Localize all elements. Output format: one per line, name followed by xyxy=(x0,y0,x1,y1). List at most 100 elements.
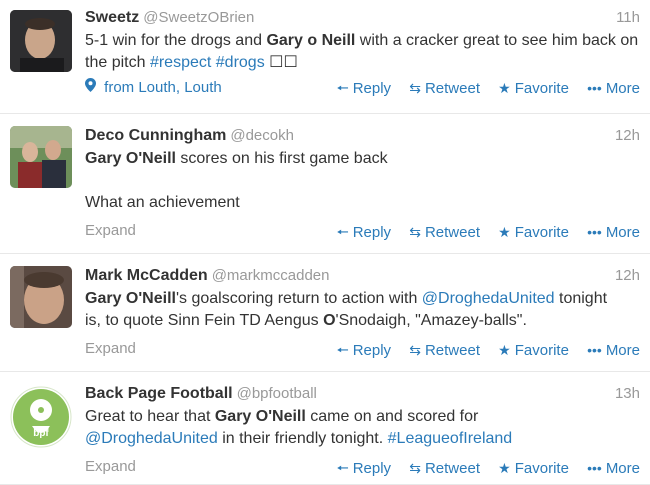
favorite-label: Favorite xyxy=(514,460,569,477)
more-label: More xyxy=(605,460,640,477)
retweet-button[interactable]: ⇆ Retweet xyxy=(409,224,480,241)
avatar[interactable] xyxy=(10,10,72,72)
reply-button[interactable]: 🠔 Reply xyxy=(336,458,391,482)
mention-link[interactable]: @DroghedaUnited xyxy=(422,290,555,307)
author-handle[interactable]: @decokh xyxy=(230,127,294,144)
more-button[interactable]: ••• More xyxy=(587,342,640,359)
tweet-3: Mark McCadden @markmccadden 12h Gary O'Ne… xyxy=(0,254,650,372)
location-label: from Louth, Louth xyxy=(104,79,222,96)
retweet-label: Retweet xyxy=(424,460,480,477)
text-highlight: Gary O'Neill xyxy=(214,408,306,425)
location-pin-icon xyxy=(85,78,100,96)
tweet-4: bpf Back Page Football @bpfootball 13h Gr… xyxy=(0,372,650,485)
avatar[interactable] xyxy=(10,126,72,188)
favorite-button[interactable]: ★ Favorite xyxy=(498,224,569,241)
more-label: More xyxy=(605,224,640,241)
retweet-button[interactable]: ⇆ Retweet xyxy=(409,460,480,477)
text-segment: 5-1 win for the drogs and xyxy=(85,32,267,49)
hashtag-link[interactable]: #drogs xyxy=(216,54,265,71)
author-handle[interactable]: @SweetzOBrien xyxy=(143,9,254,26)
reply-label: Reply xyxy=(352,342,392,359)
more-icon: ••• xyxy=(587,460,602,476)
more-button[interactable]: ••• More xyxy=(587,80,640,97)
retweet-icon: ⇆ xyxy=(409,80,421,96)
more-icon: ••• xyxy=(587,342,602,358)
text-segment: Great to hear that xyxy=(85,408,215,425)
author-name[interactable]: Mark McCadden xyxy=(85,267,208,284)
text-segment: tonight xyxy=(554,290,608,307)
text-segment: is, to quote Sinn Fein TD Aengus xyxy=(85,312,324,329)
author-name[interactable]: Deco Cunningham xyxy=(85,127,226,144)
reply-button[interactable]: 🠔 Reply xyxy=(336,222,391,246)
retweet-icon: ⇆ xyxy=(409,224,421,240)
tweet-text: Gary O'Neill's goalscoring return to act… xyxy=(85,288,640,332)
text-highlight: Gary o Neill xyxy=(266,32,356,49)
text-segment: scores on his first game back xyxy=(175,150,388,167)
tweet-2: Deco Cunningham @decokh 12h Gary O'Neill … xyxy=(0,114,650,254)
favorite-button[interactable]: ★ Favorite xyxy=(498,80,569,97)
expand-link[interactable]: Expand xyxy=(85,340,136,357)
location-link[interactable]: from Louth, Louth xyxy=(85,78,222,96)
expand-link[interactable]: Expand xyxy=(85,458,136,475)
timestamp[interactable]: 12h xyxy=(615,126,640,146)
retweet-icon: ⇆ xyxy=(409,342,421,358)
favorite-button[interactable]: ★ Favorite xyxy=(498,460,569,477)
timestamp[interactable]: 11h xyxy=(616,8,640,28)
retweet-button[interactable]: ⇆ Retweet xyxy=(409,80,480,97)
tweet-1: Sweetz @SweetzOBrien 11h 5-1 win for the … xyxy=(0,0,650,114)
text-segment: 's goalscoring return to action with xyxy=(175,290,422,307)
author-handle[interactable]: @bpfootball xyxy=(237,385,317,402)
retweet-icon: ⇆ xyxy=(409,460,421,476)
retweet-label: Retweet xyxy=(424,342,480,359)
star-icon: ★ xyxy=(498,342,511,358)
author-handle[interactable]: @markmccadden xyxy=(212,267,330,284)
star-icon: ★ xyxy=(498,224,511,240)
favorite-label: Favorite xyxy=(514,224,569,241)
tweet-text: Gary O'Neill scores on his first game ba… xyxy=(85,148,640,214)
reply-icon: 🠔 xyxy=(336,224,349,240)
retweet-label: Retweet xyxy=(424,224,480,241)
timestamp[interactable]: 13h xyxy=(615,384,640,404)
retweet-button[interactable]: ⇆ Retweet xyxy=(409,342,480,359)
text-segment: in their friendly tonight. xyxy=(217,430,388,447)
more-label: More xyxy=(605,342,640,359)
timestamp[interactable]: 12h xyxy=(615,266,640,286)
reply-label: Reply xyxy=(352,224,392,241)
author-name[interactable]: Sweetz xyxy=(85,9,139,26)
avatar[interactable]: bpf xyxy=(10,386,72,448)
text-highlight: Gary O'Neill xyxy=(85,290,176,307)
favorite-label: Favorite xyxy=(514,80,569,97)
tweet-text: 5-1 win for the drogs and Gary o Neill w… xyxy=(85,30,640,74)
reply-icon: 🠔 xyxy=(336,460,349,476)
more-button[interactable]: ••• More xyxy=(587,460,640,477)
reply-icon: 🠔 xyxy=(336,342,349,358)
text-segment: What an achievement xyxy=(85,194,240,211)
more-icon: ••• xyxy=(587,224,602,240)
favorite-button[interactable]: ★ Favorite xyxy=(498,342,569,359)
reply-button[interactable]: 🠔 Reply xyxy=(336,78,391,102)
mention-link[interactable]: @DroghedaUnited xyxy=(85,430,218,447)
more-icon: ••• xyxy=(587,80,602,96)
tweet-text: Great to hear that Gary O'Neill came on … xyxy=(85,406,640,450)
hashtag-link[interactable]: #respect xyxy=(150,54,211,71)
reply-label: Reply xyxy=(352,80,392,97)
text-segment: came on and scored for xyxy=(305,408,479,425)
author-name[interactable]: Back Page Football xyxy=(85,385,233,402)
reply-button[interactable]: 🠔 Reply xyxy=(336,340,391,364)
avatar-logo-text: bpf xyxy=(33,428,49,439)
reply-label: Reply xyxy=(352,460,392,477)
text-highlight: Gary O'Neill xyxy=(85,150,176,167)
text-highlight: O xyxy=(323,312,336,329)
star-icon: ★ xyxy=(498,80,511,96)
text-segment: 'Snodaigh, "Amazey-balls". xyxy=(335,312,527,329)
retweet-label: Retweet xyxy=(424,80,480,97)
avatar[interactable] xyxy=(10,266,72,328)
emoji-glyphs: ☐☐ xyxy=(264,54,298,71)
star-icon: ★ xyxy=(498,460,511,476)
reply-icon: 🠔 xyxy=(336,80,349,96)
more-button[interactable]: ••• More xyxy=(587,224,640,241)
more-label: More xyxy=(605,80,640,97)
expand-link[interactable]: Expand xyxy=(85,222,136,239)
hashtag-link[interactable]: #LeagueofIreland xyxy=(388,430,513,447)
favorite-label: Favorite xyxy=(514,342,569,359)
